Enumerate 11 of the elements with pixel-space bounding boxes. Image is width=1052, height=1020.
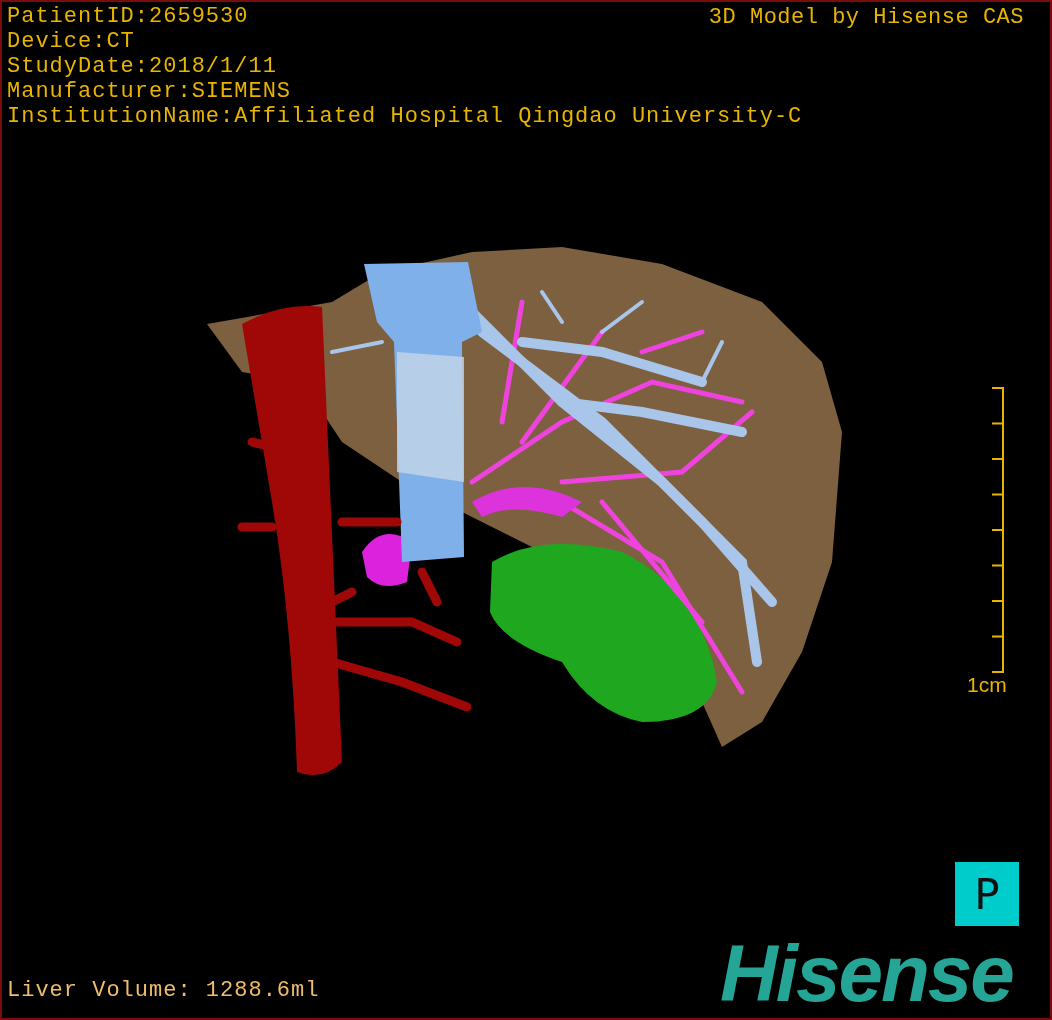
study-info-text: Device:CT — [7, 29, 135, 54]
scale-label: 1cm — [967, 673, 1007, 697]
study-info-text: InstitutionName:Affiliated Hospital Qingdao University-C — [7, 104, 803, 129]
logo: Hisense — [720, 930, 1013, 1018]
orientation-marker: P — [955, 862, 1019, 926]
study-info-text: Manufacturer:SIEMENS — [7, 79, 292, 104]
study-info-text: PatientID:2659530 — [7, 4, 249, 29]
model-title: 3D Model by Hisense CAS — [708, 5, 1024, 30]
liver-model-drawing[interactable] — [207, 247, 842, 776]
study-info-text: StudyDate:2018/1/11 — [7, 54, 277, 79]
liver-volume-text: Liver Volume: 1288.6ml — [7, 978, 320, 1003]
